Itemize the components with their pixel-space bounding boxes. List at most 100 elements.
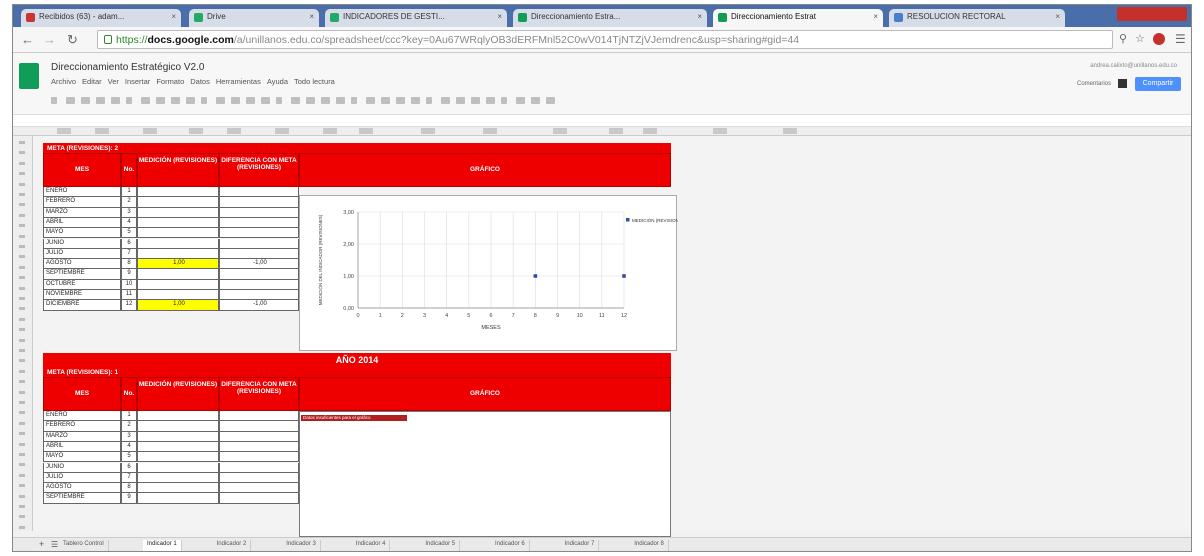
row-header-cell[interactable] xyxy=(19,369,25,373)
column-header-cell[interactable] xyxy=(783,128,797,134)
month-number-cell[interactable]: 9 xyxy=(121,269,137,280)
menu-icon[interactable]: ☰ xyxy=(1175,32,1186,46)
column-header-cell[interactable] xyxy=(227,128,241,134)
measurement-cell[interactable] xyxy=(137,217,219,229)
star-icon[interactable]: ☆ xyxy=(1135,32,1145,45)
toolbar-button-icon[interactable] xyxy=(456,97,465,104)
month-cell[interactable]: AGOSTO xyxy=(43,259,121,270)
row-header-cell[interactable] xyxy=(19,390,25,394)
month-cell[interactable]: MAYO xyxy=(43,228,121,239)
sheets-logo-icon[interactable] xyxy=(19,63,39,89)
extension-icon[interactable] xyxy=(1153,33,1165,45)
column-header-cell[interactable] xyxy=(57,128,71,134)
toolbar-button-icon[interactable] xyxy=(531,97,540,104)
measurement-cell[interactable] xyxy=(137,238,219,249)
toolbar-button-icon[interactable] xyxy=(501,97,507,104)
difference-cell[interactable]: -1,00 xyxy=(219,259,299,270)
menu-item[interactable]: Editar xyxy=(82,77,102,86)
measurement-cell[interactable] xyxy=(137,441,219,453)
column-header-cell[interactable] xyxy=(143,128,157,134)
measurement-cell[interactable] xyxy=(137,431,219,442)
row-header-cell[interactable] xyxy=(19,317,25,321)
sheet-tab[interactable]: Indicador 7 xyxy=(561,540,600,551)
back-icon[interactable]: ← xyxy=(21,32,34,47)
month-cell[interactable]: ABRIL xyxy=(43,217,121,229)
column-header-cell[interactable] xyxy=(359,128,373,134)
toolbar-button-icon[interactable] xyxy=(156,97,165,104)
measurement-cell[interactable] xyxy=(137,452,219,463)
difference-cell[interactable] xyxy=(219,452,299,463)
column-header-cell[interactable] xyxy=(95,128,109,134)
measurement-cell[interactable]: 1,00 xyxy=(137,259,219,270)
forward-icon[interactable]: → xyxy=(43,32,56,47)
browser-tab[interactable]: Recibidos (63) - adam... × xyxy=(21,9,181,27)
month-cell[interactable]: MARZO xyxy=(43,431,121,442)
reload-icon[interactable]: ↻ xyxy=(67,32,78,48)
menu-item[interactable]: Herramientas xyxy=(216,77,261,86)
month-number-cell[interactable]: 5 xyxy=(121,452,137,463)
difference-cell[interactable] xyxy=(219,269,299,280)
menu-item[interactable]: Insertar xyxy=(125,77,150,86)
month-cell[interactable]: JULIO xyxy=(43,472,121,484)
measurement-cell[interactable] xyxy=(137,197,219,208)
difference-cell[interactable] xyxy=(219,228,299,239)
difference-cell[interactable] xyxy=(219,431,299,442)
measurement-cell[interactable]: 1,00 xyxy=(137,300,219,311)
toolbar-button-icon[interactable] xyxy=(231,97,240,104)
difference-cell[interactable] xyxy=(219,279,299,290)
month-cell[interactable]: FEBRERO xyxy=(43,421,121,432)
row-header-cell[interactable] xyxy=(19,359,25,363)
row-header-cell[interactable] xyxy=(19,515,25,519)
measurement-cell[interactable] xyxy=(137,248,219,260)
tab-close-icon[interactable]: × xyxy=(497,12,502,21)
month-number-cell[interactable]: 6 xyxy=(121,462,137,473)
toolbar-button-icon[interactable] xyxy=(126,97,132,104)
difference-cell[interactable] xyxy=(219,472,299,484)
measurement-cell[interactable] xyxy=(137,493,219,504)
row-header-cell[interactable] xyxy=(19,525,25,529)
toolbar-button-icon[interactable] xyxy=(426,97,432,104)
difference-cell[interactable]: -1,00 xyxy=(219,300,299,311)
toolbar-button-icon[interactable] xyxy=(51,97,57,104)
menu-item[interactable]: Formato xyxy=(156,77,184,86)
row-header-cell[interactable] xyxy=(19,349,25,352)
difference-cell[interactable] xyxy=(219,238,299,249)
measurement-cell[interactable] xyxy=(137,187,219,198)
difference-cell[interactable] xyxy=(219,248,299,260)
column-header-cell[interactable] xyxy=(609,128,623,134)
toolbar-button-icon[interactable] xyxy=(291,97,300,104)
difference-cell[interactable] xyxy=(219,483,299,494)
sheet-tab[interactable]: Indicador 8 xyxy=(630,540,669,551)
month-cell[interactable]: DICIEMBRE xyxy=(43,300,121,311)
row-header-cell[interactable] xyxy=(19,338,25,342)
month-cell[interactable]: ENERO xyxy=(43,187,121,198)
url-input[interactable]: https://docs.google.com/a/unillanos.edu.… xyxy=(97,30,1113,49)
difference-cell[interactable] xyxy=(219,187,299,198)
column-header-cell[interactable] xyxy=(323,128,337,134)
month-cell[interactable]: JUNIO xyxy=(43,238,121,249)
menu-item[interactable]: Datos xyxy=(190,77,210,86)
measurement-chart[interactable]: 0 1 2 3 4 5 6 7 8 9 10 11 12 0,00 1,00 2,00 3,00 MESES MED… xyxy=(299,195,687,351)
toolbar-button-icon[interactable] xyxy=(306,97,315,104)
comment-icon[interactable] xyxy=(1118,79,1127,88)
column-header-cell[interactable] xyxy=(483,128,497,134)
row-header-cell[interactable] xyxy=(19,380,25,384)
toolbar-button-icon[interactable] xyxy=(246,97,255,104)
month-number-cell[interactable]: 3 xyxy=(121,431,137,442)
month-number-cell[interactable]: 11 xyxy=(121,290,137,301)
measurement-cell[interactable] xyxy=(137,411,219,422)
toolbar-button-icon[interactable] xyxy=(411,97,420,104)
toolbar-button-icon[interactable] xyxy=(516,97,525,104)
difference-cell[interactable] xyxy=(219,493,299,504)
document-title[interactable]: Direccionamiento Estratégico V2.0 xyxy=(51,62,204,73)
month-number-cell[interactable]: 7 xyxy=(121,472,137,484)
toolbar-button-icon[interactable] xyxy=(216,97,225,104)
toolbar-button-icon[interactable] xyxy=(351,97,357,104)
measurement-cell[interactable] xyxy=(137,462,219,473)
row-header-cell[interactable] xyxy=(19,151,25,155)
toolbar-button-icon[interactable] xyxy=(66,97,75,104)
tab-close-icon[interactable]: × xyxy=(697,12,702,21)
sheet-tab[interactable]: Indicador 3 xyxy=(282,540,321,551)
row-header-cell[interactable] xyxy=(19,182,25,186)
toolbar-button-icon[interactable] xyxy=(366,97,375,104)
